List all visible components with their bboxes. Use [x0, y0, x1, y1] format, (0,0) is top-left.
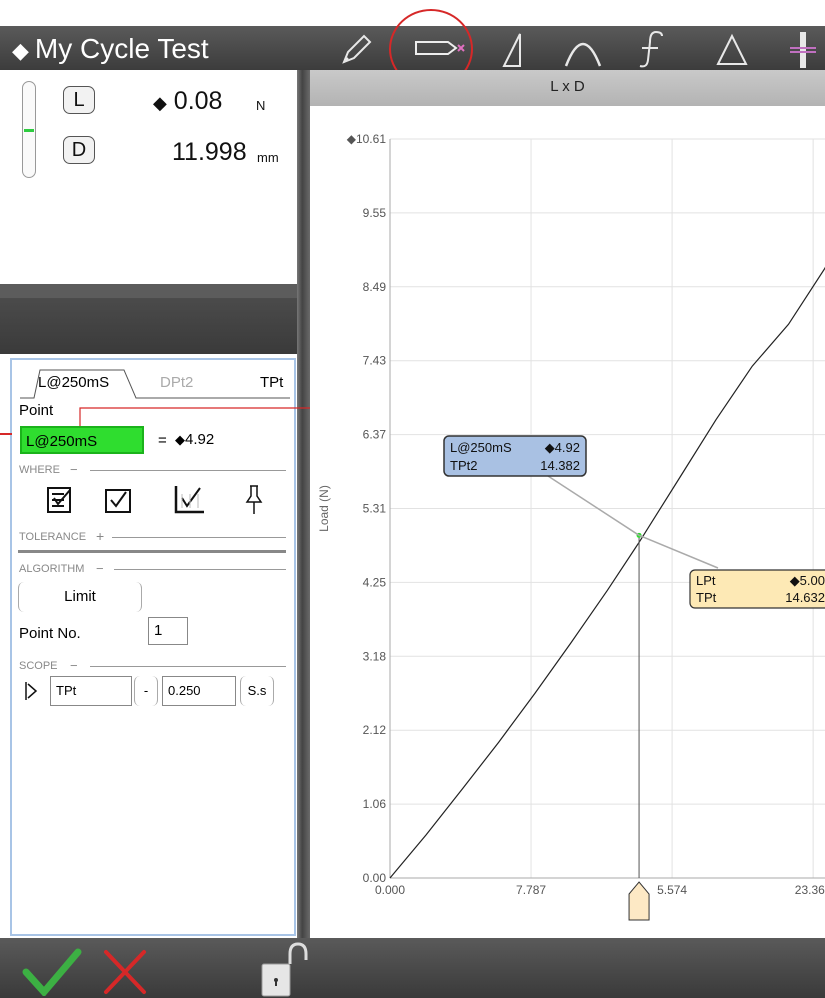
load-arrows-icon[interactable]: ◆ [153, 93, 167, 113]
point-no-label: Point No. [19, 625, 81, 642]
graph-check-icon[interactable] [172, 484, 206, 516]
tab-tpt[interactable]: TPt [260, 374, 283, 391]
y-tick-label: 7.43 [363, 354, 387, 368]
unlock-icon[interactable] [256, 940, 312, 998]
callout-a-name1: L@250mS [450, 440, 512, 455]
algorithm-label: ALGORITHM [19, 563, 85, 575]
load-series-line [389, 266, 825, 879]
curve-icon[interactable] [562, 32, 604, 70]
scope-arrow-icon[interactable] [24, 680, 38, 702]
scope-from-input[interactable]: TPt [50, 676, 132, 706]
panel-header-bar [0, 284, 297, 354]
load-unit: N [256, 98, 266, 113]
callout-b-leader [638, 534, 719, 569]
load-value: 0.08 [173, 87, 223, 115]
x-cursor-handle [628, 881, 650, 921]
distance-unit: mm [257, 150, 279, 165]
divider [90, 666, 286, 667]
callout-a-val1: ◆4.92 [545, 440, 580, 455]
distance-channel-label: D [71, 139, 87, 161]
divider [90, 470, 286, 471]
peak-up-icon[interactable] [498, 30, 528, 70]
selector-arrows-icon: ◆ [12, 38, 29, 63]
y-tick-label: 9.55 [363, 206, 387, 220]
integral-icon[interactable] [632, 28, 668, 70]
divider [114, 569, 286, 570]
callout-a-val2: 14.382 [540, 458, 580, 473]
test-title-selector[interactable]: ◆ My Cycle Test [12, 31, 209, 69]
x-tick-label: 7.787 [516, 883, 546, 897]
load-distance-chart[interactable]: 0.001.062.123.184.255.316.377.438.499.55… [310, 106, 825, 938]
callout-a-leader [547, 475, 640, 536]
distance-channel-button[interactable]: D [63, 136, 95, 164]
slider-marker [24, 129, 34, 132]
distance-value: 11.998 [172, 138, 247, 166]
callout-b-name1: LPt [696, 573, 716, 588]
test-title: My Cycle Test [34, 33, 209, 64]
y-tick-label: 1.06 [363, 797, 387, 811]
tolerance-label: TOLERANCE [19, 531, 87, 543]
load-readout: ◆ 0.08 [153, 87, 222, 116]
where-toggle[interactable]: − [70, 462, 78, 477]
load-channel-label: L [73, 89, 85, 111]
pencil-icon[interactable] [338, 32, 374, 68]
x-tick-label: 5.574 [657, 883, 687, 897]
scope-toggle[interactable]: − [70, 658, 78, 673]
y-tick-label: 3.18 [363, 649, 387, 663]
point-no-input[interactable]: 1 [148, 617, 188, 645]
checkbox-check-icon[interactable] [104, 486, 132, 514]
callout-b-name2: TPt [696, 590, 717, 605]
y-tick-label: ◆10.61 [347, 132, 387, 146]
divider [112, 537, 286, 538]
tolerance-toggle[interactable]: + [96, 528, 104, 544]
y-axis-label: Load (N) [317, 485, 331, 532]
chart-tab-title[interactable]: L x D [310, 78, 825, 95]
x-tick-label: 0.000 [375, 883, 405, 897]
y-tick-label: 4.25 [363, 575, 387, 589]
algorithm-select[interactable]: Limit [18, 582, 142, 612]
pin-icon[interactable] [244, 484, 264, 516]
delta-icon[interactable] [712, 32, 752, 68]
section-divider [18, 550, 286, 553]
scope-label: SCOPE [19, 660, 58, 672]
where-label: WHERE [19, 464, 60, 476]
callout-b-val2: 14.632 [785, 590, 825, 605]
algorithm-toggle[interactable]: − [96, 561, 104, 576]
scope-sign-button[interactable]: - [134, 676, 158, 706]
callout-b-val1: ◆5.00 [790, 573, 825, 588]
panel-splitter[interactable] [297, 70, 310, 938]
scope-value-input[interactable]: 0.250 [162, 676, 236, 706]
y-tick-label: 2.12 [363, 723, 387, 737]
callout-a-name2: TPt2 [450, 458, 477, 473]
load-channel-button[interactable]: L [63, 86, 95, 114]
x-tick-label: 23.361 [795, 883, 825, 897]
y-tick-label: 6.37 [363, 428, 387, 442]
y-tick-label: 8.49 [363, 280, 387, 294]
split-icon[interactable] [788, 30, 825, 70]
scope-unit-button[interactable]: S.s [240, 676, 274, 706]
accept-check-icon[interactable] [22, 946, 82, 996]
cancel-x-icon[interactable] [100, 946, 150, 996]
tab-l-at-250ms[interactable]: L@250mS [38, 374, 109, 391]
checklist-icon[interactable] [46, 486, 74, 514]
tab-dpt2[interactable]: DPt2 [160, 374, 193, 391]
y-tick-label: 5.31 [363, 502, 387, 516]
